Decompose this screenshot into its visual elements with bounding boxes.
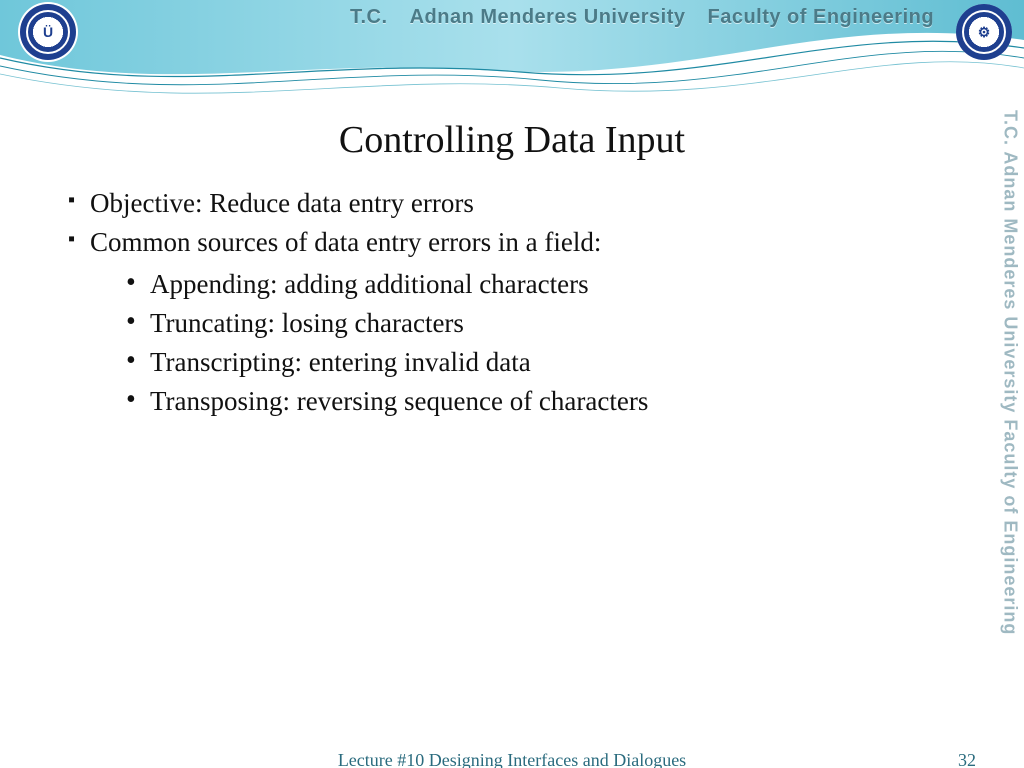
- faculty-logo-right: ⚙: [956, 4, 1012, 60]
- header-faculty: Faculty of Engineering: [707, 6, 934, 28]
- seal-icon: ⚙: [956, 4, 1012, 60]
- list-item: Appending: adding additional characters: [126, 266, 964, 303]
- slide-body: Objective: Reduce data entry errors Comm…: [68, 185, 964, 423]
- seal-icon: Ü: [20, 4, 76, 60]
- list-item: Transcripting: entering invalid data: [126, 344, 964, 381]
- university-logo-left: Ü: [18, 2, 78, 62]
- list-item: Common sources of data entry errors in a…: [68, 224, 964, 420]
- list-item: Truncating: losing characters: [126, 305, 964, 342]
- sub-bullet-text: Transposing: reversing sequence of chara…: [150, 386, 648, 416]
- sub-bullet-text: Appending: adding additional characters: [150, 269, 589, 299]
- header-text: T.C. Adnan Menderes University Faculty of …: [350, 6, 944, 29]
- footer-page-number: 32: [958, 750, 976, 768]
- sub-bullet-list: Appending: adding additional characters …: [126, 266, 964, 421]
- bullet-list: Objective: Reduce data entry errors Comm…: [68, 185, 964, 421]
- side-watermark: T.C. Adnan Menderes University Faculty o…: [998, 110, 1022, 750]
- list-item: Transposing: reversing sequence of chara…: [126, 383, 964, 420]
- bullet-text: Common sources of data entry errors in a…: [90, 227, 601, 257]
- slide: T.C. Adnan Menderes University Faculty of …: [0, 0, 1024, 768]
- seal-initial: Ü: [38, 22, 58, 42]
- header-tc: T.C.: [350, 6, 388, 28]
- bullet-text: Objective: Reduce data entry errors: [90, 188, 474, 218]
- slide-title: Controlling Data Input: [0, 118, 1024, 162]
- sub-bullet-text: Transcripting: entering invalid data: [150, 347, 531, 377]
- footer-lecture: Lecture #10 Designing Interfaces and Dia…: [0, 750, 1024, 768]
- sub-bullet-text: Truncating: losing characters: [150, 308, 464, 338]
- side-watermark-text: T.C. Adnan Menderes University Faculty o…: [1000, 110, 1021, 635]
- header-university: Adnan Menderes University: [410, 6, 686, 28]
- list-item: Objective: Reduce data entry errors: [68, 185, 964, 222]
- seal-initial: ⚙: [974, 22, 994, 42]
